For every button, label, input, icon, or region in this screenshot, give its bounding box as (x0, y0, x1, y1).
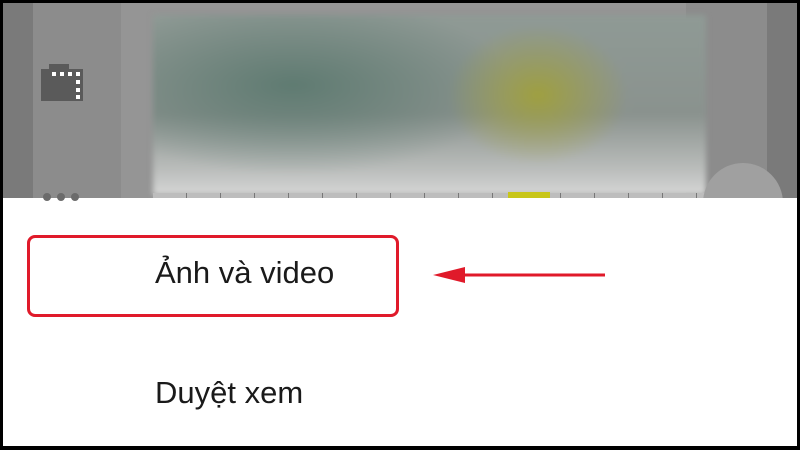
menu-item-label: Ảnh và video (155, 255, 335, 290)
more-dots-icon (43, 193, 79, 201)
menu-item-browse[interactable]: Duyệt xem (3, 348, 797, 438)
blurred-image-preview (153, 15, 706, 195)
pointer-arrow-annotation (433, 267, 605, 283)
menu-item-label: Duyệt xem (155, 375, 304, 410)
backdrop-edge-right (767, 3, 797, 198)
film-icon (41, 64, 83, 101)
menu-item-photos-videos[interactable]: Ảnh và video (3, 228, 797, 318)
screen: Ảnh và video Duyệt xem (3, 3, 797, 446)
dimmed-backdrop[interactable] (3, 3, 797, 243)
backdrop-edge-left (3, 3, 33, 198)
bottom-action-sheet: Ảnh và video Duyệt xem (3, 198, 797, 446)
